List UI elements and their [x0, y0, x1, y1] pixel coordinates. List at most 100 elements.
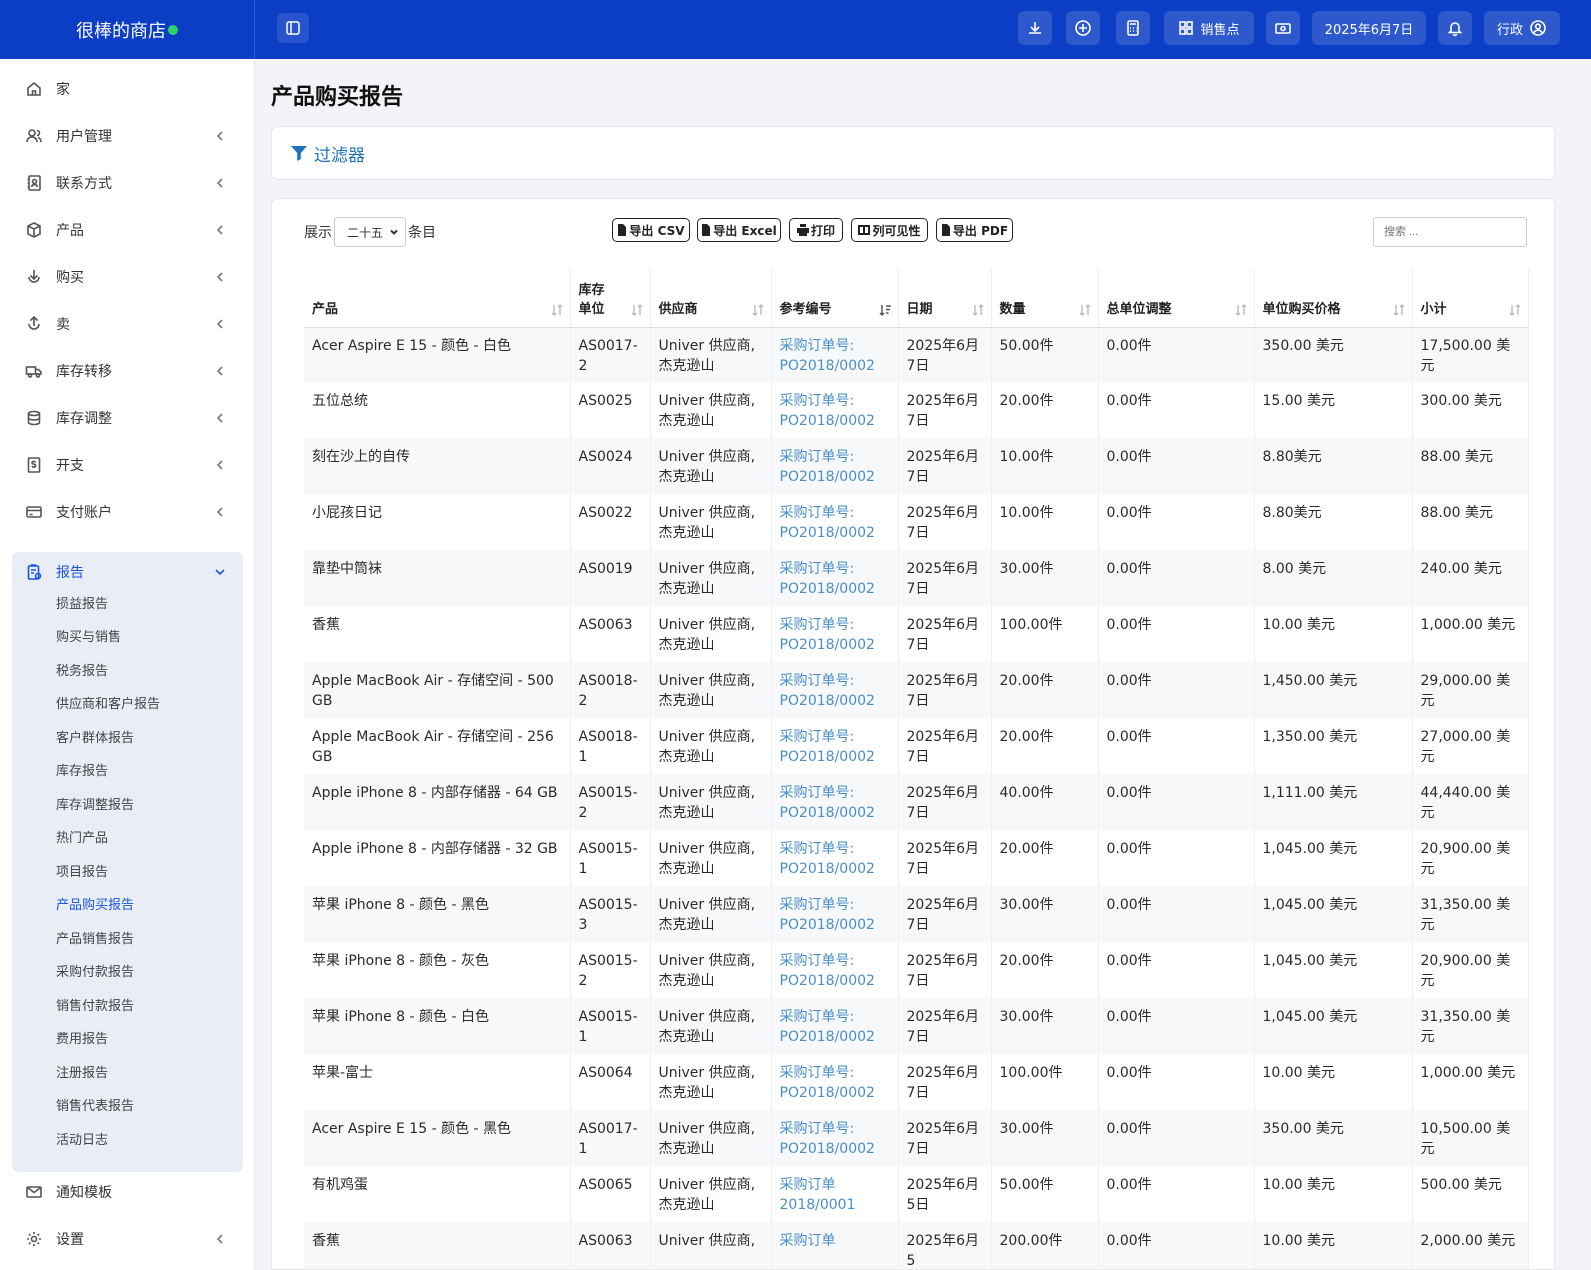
- brand-name: 很棒的商店: [76, 20, 166, 42]
- column-header-reference[interactable]: 参考编号: [771, 269, 899, 328]
- filter-label: 过滤器: [314, 145, 365, 166]
- sidebar-subitem-profit-loss[interactable]: 损益报告: [56, 594, 108, 616]
- grid-icon: [1179, 21, 1194, 35]
- cell-reference-link[interactable]: 采购订单号: PO2018/0002: [771, 831, 899, 887]
- cell-reference-link[interactable]: 采购订单: [771, 1223, 899, 1269]
- cell-reference-link[interactable]: 采购订单号: PO2018/0002: [771, 943, 899, 999]
- cell-adjustment: 0.00件: [1098, 663, 1255, 719]
- column-header-subtotal[interactable]: 小计: [1412, 269, 1529, 328]
- sidebar-item-contacts[interactable]: 联系方式: [12, 163, 243, 203]
- table-row: Apple iPhone 8 - 内部存储器 - 32 GB AS0015-1 Un…: [304, 831, 1529, 887]
- cash-button[interactable]: [1266, 11, 1300, 45]
- sidebar-subitem-tax[interactable]: 税务报告: [56, 661, 108, 683]
- sidebar-item-purchases[interactable]: 购买: [12, 257, 243, 297]
- filter-toggle[interactable]: 过滤器: [271, 126, 1555, 180]
- cell-reference-link[interactable]: 采购订单号: PO2018/0002: [771, 551, 899, 607]
- sidebar-toggle-button[interactable]: [277, 13, 309, 43]
- sidebar-subitem-stock-adjustment[interactable]: 库存调整报告: [56, 795, 134, 817]
- sidebar-subitem-trending-products[interactable]: 热门产品: [56, 828, 108, 850]
- cell-reference-link[interactable]: 采购订单 2018/0001: [771, 1167, 899, 1223]
- sort-desc-icon: [878, 303, 892, 317]
- sidebar-subitem-customer-group[interactable]: 客户群体报告: [56, 728, 134, 750]
- export-pdf-button[interactable]: 导出 PDF: [936, 218, 1013, 242]
- sidebar-item-home[interactable]: 家: [12, 69, 243, 109]
- cell-reference-link[interactable]: 采购订单号: PO2018/0002: [771, 1055, 899, 1111]
- cell-reference-link[interactable]: 采购订单号: PO2018/0002: [771, 495, 899, 551]
- sidebar-subitem-stock[interactable]: 库存报告: [56, 761, 108, 783]
- download-circle-icon: [24, 267, 44, 287]
- file-icon: [702, 224, 711, 236]
- page-length-select[interactable]: 二十五: [334, 217, 406, 247]
- sidebar-item-label: 开支: [56, 458, 84, 474]
- user-menu-button[interactable]: 行政: [1484, 11, 1560, 45]
- sidebar-subitem-purchase-payment[interactable]: 采购付款报告: [56, 962, 134, 984]
- print-button[interactable]: 打印: [789, 218, 843, 242]
- sidebar-item-notification-templates[interactable]: 通知模板: [12, 1172, 243, 1212]
- cell-reference-link[interactable]: 采购订单号: PO2018/0002: [771, 999, 899, 1055]
- search-input[interactable]: [1373, 217, 1527, 247]
- sidebar-item-stock-transfer[interactable]: 库存转移: [12, 351, 243, 391]
- cell-reference-link[interactable]: 采购订单号: PO2018/0002: [771, 1111, 899, 1167]
- cell-reference-link[interactable]: 采购订单号: PO2018/0002: [771, 775, 899, 831]
- cell-unit-price: 1,045.00 美元: [1254, 831, 1413, 887]
- cell-adjustment: 0.00件: [1098, 831, 1255, 887]
- sidebar-subitem-purchase-sale[interactable]: 购买与销售: [56, 627, 121, 649]
- cell-sku: AS0063: [570, 1223, 651, 1269]
- cell-reference-link[interactable]: 采购订单号: PO2018/0002: [771, 383, 899, 439]
- database-icon: [24, 408, 44, 428]
- column-header-adjustment[interactable]: 总单位调整: [1098, 269, 1255, 328]
- sidebar-item-reports[interactable]: 报告: [12, 552, 243, 592]
- sidebar-item-products[interactable]: 产品: [12, 210, 243, 250]
- column-header-product[interactable]: 产品: [304, 269, 571, 328]
- export-excel-button[interactable]: 导出 Excel: [697, 218, 781, 242]
- sidebar-subitem-expense[interactable]: 费用报告: [56, 1029, 108, 1051]
- sidebar-item-stock-adjustment[interactable]: 库存调整: [12, 398, 243, 438]
- cell-date: 2025年6月7日: [898, 663, 992, 719]
- sidebar-subitem-sell-payment[interactable]: 销售付款报告: [56, 996, 134, 1018]
- brand[interactable]: 很棒的商店: [0, 0, 255, 59]
- sidebar-subitem-supplier-customer[interactable]: 供应商和客户报告: [56, 694, 160, 716]
- cell-unit-price: 10.00 美元: [1254, 607, 1413, 663]
- table-row: Acer Aspire E 15 - 颜色 - 白色 AS0017-2 Univer…: [304, 327, 1529, 383]
- add-button[interactable]: [1066, 11, 1100, 45]
- download-button[interactable]: [1018, 11, 1052, 45]
- sidebar-item-users[interactable]: 用户管理: [12, 116, 243, 156]
- plus-circle-icon: [1075, 20, 1091, 36]
- cell-quantity: 20.00件: [991, 663, 1099, 719]
- column-header-unit-price[interactable]: 单位购买价格: [1254, 269, 1413, 328]
- column-header-quantity[interactable]: 数量: [991, 269, 1099, 328]
- sidebar-subitem-product-purchase[interactable]: 产品购买报告: [56, 895, 134, 917]
- column-header-sku[interactable]: 库存单位: [570, 269, 651, 328]
- sidebar-subitem-sales-rep[interactable]: 销售代表报告: [56, 1096, 134, 1118]
- sidebar-subitem-product-sell[interactable]: 产品销售报告: [56, 929, 134, 951]
- cell-product: 苹果-富士: [304, 1055, 571, 1111]
- cell-date: 2025年6月7日: [898, 831, 992, 887]
- sidebar-subitem-activity-log[interactable]: 活动日志: [56, 1130, 108, 1152]
- cell-sku: AS0015-2: [570, 943, 651, 999]
- calculator-button[interactable]: [1116, 11, 1150, 45]
- sidebar-item-sell[interactable]: 卖: [12, 304, 243, 344]
- table-row: 苹果-富士 AS0064 Univer 供应商, 杰克逊山 采购订单号: PO2018…: [304, 1055, 1529, 1111]
- sidebar-item-payment-accounts[interactable]: 支付账户: [12, 492, 243, 532]
- cell-reference-link[interactable]: 采购订单号: PO2018/0002: [771, 887, 899, 943]
- sidebar-subitem-register[interactable]: 注册报告: [56, 1063, 108, 1085]
- column-header-date[interactable]: 日期: [898, 269, 992, 328]
- cell-reference-link[interactable]: 采购订单号: PO2018/0002: [771, 719, 899, 775]
- cell-reference-link[interactable]: 采购订单号: PO2018/0002: [771, 607, 899, 663]
- gear-icon: [24, 1229, 44, 1249]
- cell-reference-link[interactable]: 采购订单号: PO2018/0002: [771, 327, 899, 383]
- column-header-supplier[interactable]: 供应商: [650, 269, 772, 328]
- export-csv-button[interactable]: 导出 CSV: [612, 218, 690, 242]
- notifications-button[interactable]: [1438, 11, 1472, 45]
- cell-reference-link[interactable]: 采购订单号: PO2018/0002: [771, 439, 899, 495]
- sidebar-item-expenses[interactable]: 开支: [12, 445, 243, 485]
- cell-unit-price: 1,045.00 美元: [1254, 887, 1413, 943]
- table-row: 靠垫中筒袜 AS0019 Univer 供应商, 杰克逊山 采购订单号: PO2018…: [304, 551, 1529, 607]
- cell-quantity: 30.00件: [991, 887, 1099, 943]
- sidebar-subitem-items[interactable]: 项目报告: [56, 862, 108, 884]
- pos-button[interactable]: 销售点: [1164, 11, 1254, 45]
- sort-icon: [1234, 303, 1248, 317]
- sidebar-item-settings[interactable]: 设置: [12, 1219, 243, 1259]
- column-visibility-button[interactable]: 列可见性: [851, 218, 928, 242]
- cell-reference-link[interactable]: 采购订单号: PO2018/0002: [771, 663, 899, 719]
